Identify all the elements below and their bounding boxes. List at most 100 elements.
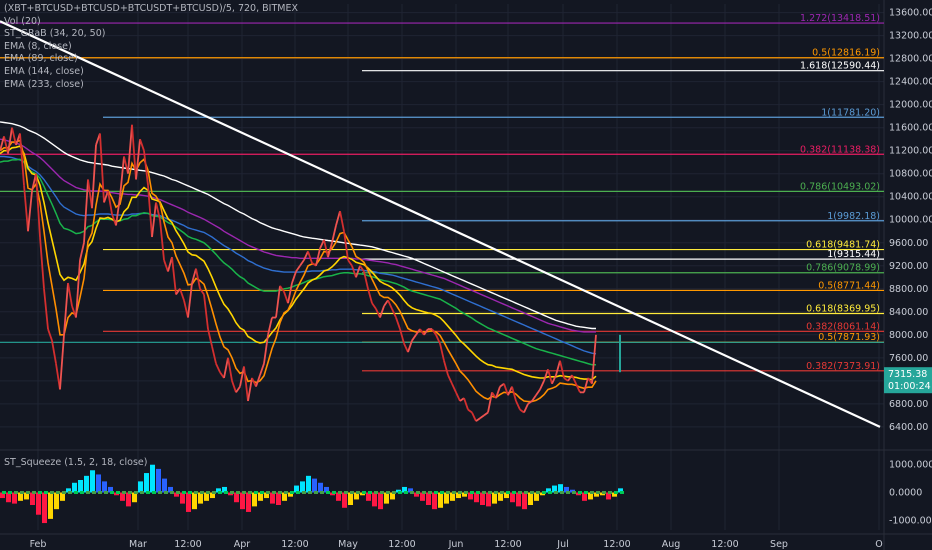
squeeze-dot [536,491,540,494]
squeeze-dot [428,491,432,494]
squeeze-dot [176,491,180,494]
y-tick-label: 12000.00 [889,100,932,111]
squeeze-bar [444,492,449,504]
squeeze-dot [278,491,282,494]
squeeze-dot [584,491,588,494]
squeeze-dot [236,491,240,494]
squeeze-bar [96,474,101,493]
fib-level-label: 0.5(7871.93) [818,332,880,343]
squeeze-bar [186,492,191,512]
y-tick-label: 8400.00 [889,307,928,318]
x-tick-label: Jul [556,539,568,550]
x-tick-label: 12:00 [281,539,308,550]
fib-level-label: 0.786(10493.02) [800,181,880,192]
squeeze-bar [162,478,167,493]
squeeze-dot [266,491,270,494]
squeeze-dot [572,491,576,494]
squeeze-tick-label: -1000.0000 [889,515,932,526]
squeeze-bar [180,492,185,504]
squeeze-dot [398,491,402,494]
squeeze-dot [20,491,24,494]
fib-level-label: 0.382(11138.38) [800,144,880,155]
squeeze-bar [102,481,107,493]
squeeze-bar [54,492,59,510]
countdown-label: 01:00:24 [888,381,931,392]
squeeze-dot [86,491,90,494]
fib-level-label: 0.382(8061.14) [806,321,880,332]
squeeze-dot [2,491,6,494]
squeeze-dot [116,491,120,494]
squeeze-dot [230,491,234,494]
squeeze-dot [416,491,420,494]
y-tick-label: 6400.00 [889,422,928,433]
squeeze-dot [524,491,528,494]
squeeze-dot [362,491,366,494]
squeeze-bar [306,475,311,493]
squeeze-dot [254,491,258,494]
squeeze-dot [26,491,30,494]
squeeze-dot [44,491,48,494]
squeeze-bar [426,492,431,505]
squeeze-dot [110,491,114,494]
squeeze-bar [528,492,533,505]
squeeze-dot [392,491,396,494]
squeeze-dot [170,491,174,494]
x-tick-label: Apr [234,539,251,550]
squeeze-tick-label: 1000.0000 [889,460,932,471]
squeeze-bar [372,492,377,507]
legend-ema233[interactable]: EMA (233, close) [4,79,298,92]
squeeze-dot [146,491,150,494]
squeeze-dot [104,491,108,494]
squeeze-bar [270,492,275,504]
x-tick-label: Mar [129,539,147,550]
squeeze-dot [260,491,264,494]
legend-ema144[interactable]: EMA (144, close) [4,66,298,79]
squeeze-dot [494,491,498,494]
squeeze-dot [566,491,570,494]
legend-symbol[interactable]: (XBT+BTCUSD+BTCUSD+BTCUSDT+BTCUSD)/5, 72… [4,3,298,16]
squeeze-dot [80,491,84,494]
squeeze-dot [8,491,12,494]
x-tick-label: 12:00 [603,539,630,550]
x-tick-label: 12:00 [174,539,201,550]
squeeze-dot [596,491,600,494]
squeeze-dot [200,491,204,494]
squeeze-bar [486,492,491,507]
squeeze-dot [122,491,126,494]
y-tick-label: 8800.00 [889,284,928,295]
squeeze-dot [152,491,156,494]
squeeze-dot [512,491,516,494]
squeeze-dot [344,491,348,494]
squeeze-bar [252,492,257,507]
squeeze-dot [98,491,102,494]
squeeze-bar [492,492,497,504]
squeeze-dot [350,491,354,494]
legend-vol[interactable]: Vol (20) [4,16,298,29]
squeeze-bar [240,492,245,510]
squeeze-dot [284,491,288,494]
squeeze-dot [182,491,186,494]
y-tick-label: 11200.00 [889,146,932,157]
squeeze-bar [84,475,89,493]
squeeze-dot [614,491,618,494]
y-tick-label: 13600.00 [889,8,932,19]
squeeze-tick-label: 0.0000 [889,488,922,499]
squeeze-bar [246,492,251,512]
squeeze-bar [300,481,305,493]
legend-grab[interactable]: ST_GRaB (34, 20, 50) [4,28,298,41]
x-tick-label: May [338,539,358,550]
squeeze-bar [36,492,41,515]
legend-ema89[interactable]: EMA (89, close) [4,53,298,66]
squeeze-legend[interactable]: ST_Squeeze (1.5, 2, 18, close) [4,457,147,468]
squeeze-dot [14,491,18,494]
squeeze-dot [56,491,60,494]
legend-ema8[interactable]: EMA (8, close) [4,41,298,54]
squeeze-dot [578,491,582,494]
squeeze-dot [530,491,534,494]
squeeze-dot [326,491,330,494]
squeeze-dot [188,491,192,494]
squeeze-bar [522,492,527,510]
squeeze-dot [92,491,96,494]
current-price-label: 7315.38 [888,369,927,380]
squeeze-bar [138,481,143,493]
